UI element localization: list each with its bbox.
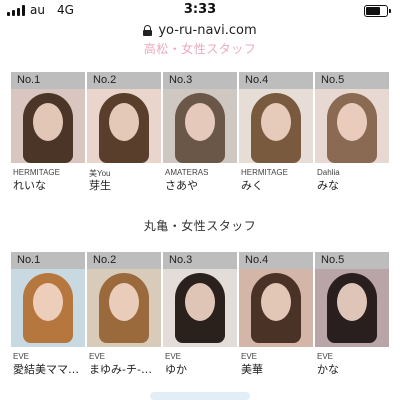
rank-label: No.5 xyxy=(315,252,389,269)
staff-card[interactable]: No.4 HERMITAGE みく xyxy=(239,72,313,193)
staff-photo[interactable] xyxy=(315,269,389,347)
rank-label: No.3 xyxy=(163,72,237,89)
shop-name: EVE xyxy=(89,352,106,361)
photo-face xyxy=(109,103,139,141)
rank-label: No.1 xyxy=(11,252,85,269)
staff-name: みく xyxy=(241,179,263,192)
shop-name: AMATERAS xyxy=(165,168,209,177)
url-text: yo-ru-navi.com xyxy=(158,22,257,38)
staff-name: さあや xyxy=(165,179,198,192)
staff-card[interactable]: No.1 EVE 愛結美ママ… xyxy=(11,252,85,377)
photo-face xyxy=(109,283,139,321)
staff-card[interactable]: No.3 EVE ゆか xyxy=(163,252,237,377)
shop-name: EVE xyxy=(13,352,30,361)
rank-label: No.4 xyxy=(239,72,313,89)
address-bar[interactable]: yo-ru-navi.com xyxy=(0,20,400,40)
more-link-partial[interactable] xyxy=(150,392,250,400)
shop-name: HERMITAGE xyxy=(13,168,60,177)
staff-card[interactable]: No.1 HERMITAGE れいな xyxy=(11,72,85,193)
staff-card[interactable]: No.5 Dahlia みな xyxy=(315,72,389,193)
staff-photo[interactable] xyxy=(315,89,389,163)
shop-name: Dahlia xyxy=(317,168,340,177)
lock-icon xyxy=(143,24,153,36)
photo-face xyxy=(337,283,367,321)
section-title-takamatsu: 高松・女性スタッフ xyxy=(143,42,257,56)
rank-label: No.1 xyxy=(11,72,85,89)
staff-name: ゆか xyxy=(165,363,187,376)
staff-photo[interactable] xyxy=(163,269,237,347)
staff-card[interactable]: No.2 EVE まゆみ-チ-… xyxy=(87,252,161,377)
staff-card[interactable]: No.2 美You 芽生 xyxy=(87,72,161,193)
staff-name: れいな xyxy=(13,179,46,192)
staff-name: 愛結美ママ… xyxy=(13,363,79,376)
staff-photo[interactable] xyxy=(163,89,237,163)
staff-card[interactable]: No.4 EVE 美華 xyxy=(239,252,313,377)
battery-icon xyxy=(364,5,391,17)
rank-label: No.2 xyxy=(87,72,161,89)
photo-face xyxy=(261,103,291,141)
shop-name: EVE xyxy=(241,352,258,361)
staff-name: かな xyxy=(317,363,339,376)
staff-name: みな xyxy=(317,179,339,192)
rank-label: No.4 xyxy=(239,252,313,269)
photo-face xyxy=(33,103,63,141)
staff-photo[interactable] xyxy=(11,89,85,163)
battery-fill xyxy=(366,7,380,15)
staff-card[interactable]: No.5 EVE かな xyxy=(315,252,389,377)
shop-name: HERMITAGE xyxy=(241,168,288,177)
staff-photo[interactable] xyxy=(87,89,161,163)
staff-name: 美華 xyxy=(241,363,263,376)
rank-label: No.5 xyxy=(315,72,389,89)
rank-label: No.2 xyxy=(87,252,161,269)
staff-photo[interactable] xyxy=(87,269,161,347)
photo-face xyxy=(33,283,63,321)
shop-name: 美You xyxy=(89,169,111,178)
staff-photo[interactable] xyxy=(11,269,85,347)
shop-name: EVE xyxy=(317,352,334,361)
staff-name: まゆみ-チ-… xyxy=(89,363,152,376)
staff-photo[interactable] xyxy=(239,269,313,347)
rank-label: No.3 xyxy=(163,252,237,269)
staff-grid-marugame: No.1 EVE 愛結美ママ… No.2 EVE まゆみ-チ-… No.3 EVE ゆか No.4… xyxy=(11,252,389,377)
staff-name: 芽生 xyxy=(89,179,111,192)
shop-name: EVE xyxy=(165,352,182,361)
section-title-marugame: 丸亀・女性スタッフ xyxy=(143,219,257,233)
status-bar: au 4G 3:33 xyxy=(0,0,400,22)
staff-photo[interactable] xyxy=(239,89,313,163)
photo-face xyxy=(185,103,215,141)
staff-card[interactable]: No.3 AMATERAS さあや xyxy=(163,72,237,193)
photo-face xyxy=(261,283,291,321)
photo-face xyxy=(185,283,215,321)
photo-face xyxy=(337,103,367,141)
status-time: 3:33 xyxy=(183,2,217,17)
staff-grid-takamatsu: No.1 HERMITAGE れいな No.2 美You 芽生 No.3 AMATERAS さあ… xyxy=(11,72,389,193)
